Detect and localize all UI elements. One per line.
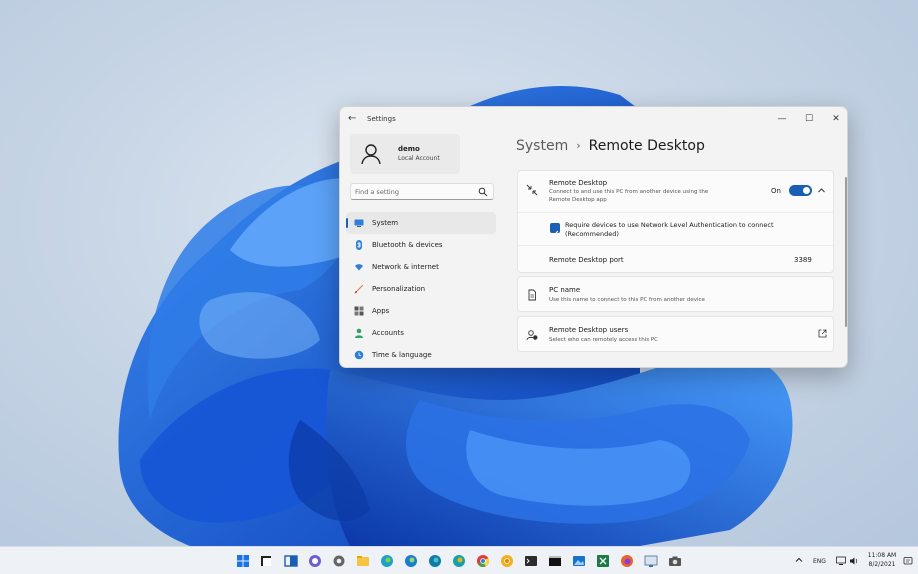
close-button[interactable]: ✕ <box>823 109 847 129</box>
tray-overflow-chevron-icon[interactable] <box>794 555 804 565</box>
nav-item-system[interactable]: System <box>346 212 496 234</box>
network-monitor-icon[interactable] <box>836 556 846 566</box>
remote-desktop-card: Remote Desktop Connect to and use this P… <box>517 170 834 273</box>
nav-label: Network & internet <box>372 263 439 271</box>
language-indicator[interactable]: ENG <box>813 558 826 565</box>
user-profile[interactable]: demo Local Account <box>350 134 460 174</box>
settings-window: ← Settings — ☐ ✕ demo Local Account Syst… <box>339 106 848 368</box>
clock-date[interactable]: 8/2/2021 <box>864 561 900 568</box>
nav-label: Bluetooth & devices <box>372 241 443 249</box>
monitor-icon <box>354 219 364 227</box>
start-icon[interactable] <box>236 554 250 568</box>
remote-desktop-icon <box>526 184 538 196</box>
nav-label: Time & language <box>372 351 432 359</box>
camera-icon[interactable] <box>668 554 682 568</box>
wifi-icon <box>355 264 363 271</box>
breadcrumb: System › Remote Desktop <box>516 138 705 154</box>
nav-label: Accounts <box>372 329 404 337</box>
divider <box>518 212 833 213</box>
edge-canary-icon[interactable] <box>452 554 466 568</box>
maximize-button[interactable]: ☐ <box>796 109 822 129</box>
content-scrollbar[interactable] <box>845 177 847 327</box>
nav-item-bluetooth[interactable]: Bluetooth & devices <box>346 234 496 256</box>
nav-item-apps[interactable]: Apps <box>346 300 496 322</box>
pc-name-icon <box>528 289 536 301</box>
open-external-icon[interactable] <box>818 329 827 338</box>
nav-label: Personalization <box>372 285 426 293</box>
notification-icon[interactable] <box>903 556 913 566</box>
breadcrumb-parent[interactable]: System <box>516 138 568 154</box>
users-icon <box>526 330 538 341</box>
chrome-canary-icon[interactable] <box>500 554 514 568</box>
toggle-knob <box>803 187 810 194</box>
remote-desktop-description: Connect to and use this PC from another … <box>549 189 709 203</box>
globe-clock-icon <box>354 350 364 360</box>
settings-search[interactable] <box>350 183 494 200</box>
user-avatar-icon <box>361 144 381 165</box>
edge-beta-icon[interactable] <box>404 554 418 568</box>
settings-gear-icon[interactable] <box>332 554 346 568</box>
pc-name-title: PC name <box>549 286 581 294</box>
task-view-icon[interactable] <box>284 554 298 568</box>
user-name: demo <box>398 145 420 153</box>
remote-desktop-title: Remote Desktop <box>549 179 608 187</box>
edge-icon[interactable] <box>380 554 394 568</box>
taskbar: ENG 11:08 AM 8/2/2021 <box>0 546 918 574</box>
person-icon <box>355 328 363 338</box>
nav-item-personalization[interactable]: Personalization <box>346 278 496 300</box>
terminal-icon[interactable] <box>524 554 538 568</box>
excel-icon[interactable] <box>596 554 610 568</box>
bluetooth-icon <box>356 240 362 250</box>
chat-icon[interactable] <box>308 554 322 568</box>
search-input[interactable] <box>355 186 475 198</box>
back-button[interactable]: ← <box>348 113 356 124</box>
nla-checkbox[interactable] <box>550 223 560 236</box>
page-title: Remote Desktop <box>588 138 705 154</box>
search-icon <box>478 187 488 197</box>
search-taskbar-icon[interactable] <box>259 554 273 568</box>
nla-label: Require devices to use Network Level Aut… <box>565 221 774 238</box>
checkmark-icon <box>551 230 559 236</box>
remote-users-description: Select who can remotely access this PC <box>549 337 658 343</box>
command-prompt-icon[interactable] <box>548 554 562 568</box>
chevron-up-icon[interactable] <box>817 186 826 195</box>
remote-users-title: Remote Desktop users <box>549 326 629 334</box>
port-value: 3389 <box>794 256 812 264</box>
remote-desktop-toggle[interactable] <box>789 185 812 196</box>
nav-item-accounts[interactable]: Accounts <box>346 322 496 344</box>
title-bar[interactable]: ← Settings — ☐ ✕ <box>340 107 847 133</box>
toggle-state-label: On <box>771 187 781 195</box>
nav-label: System <box>372 219 399 227</box>
monitor-app-icon[interactable] <box>644 554 658 568</box>
minimize-button[interactable]: — <box>769 109 795 129</box>
file-explorer-icon[interactable] <box>356 554 370 568</box>
clock-time[interactable]: 11:08 AM <box>864 552 900 559</box>
divider <box>518 245 833 246</box>
window-title: Settings <box>367 115 396 123</box>
brush-icon <box>354 284 364 294</box>
account-type: Local Account <box>398 155 440 162</box>
pc-name-card[interactable]: PC name Use this name to connect to this… <box>517 276 834 312</box>
nav-label: Apps <box>372 307 390 315</box>
breadcrumb-separator: › <box>576 139 581 152</box>
remote-desktop-users-card[interactable]: Remote Desktop users Select who can remo… <box>517 316 834 352</box>
volume-icon[interactable] <box>849 556 859 566</box>
edge-dev-icon[interactable] <box>428 554 442 568</box>
pc-name-description: Use this name to connect to this PC from… <box>549 297 705 303</box>
port-label: Remote Desktop port <box>549 256 624 264</box>
nav-item-time-language[interactable]: Time & language <box>346 344 496 366</box>
nav-item-network[interactable]: Network & internet <box>346 256 496 278</box>
settings-nav: System Bluetooth & devices Network & int… <box>346 212 496 366</box>
photos-icon[interactable] <box>572 554 586 568</box>
apps-icon <box>354 306 364 316</box>
chrome-icon[interactable] <box>476 554 490 568</box>
firefox-icon[interactable] <box>620 554 634 568</box>
